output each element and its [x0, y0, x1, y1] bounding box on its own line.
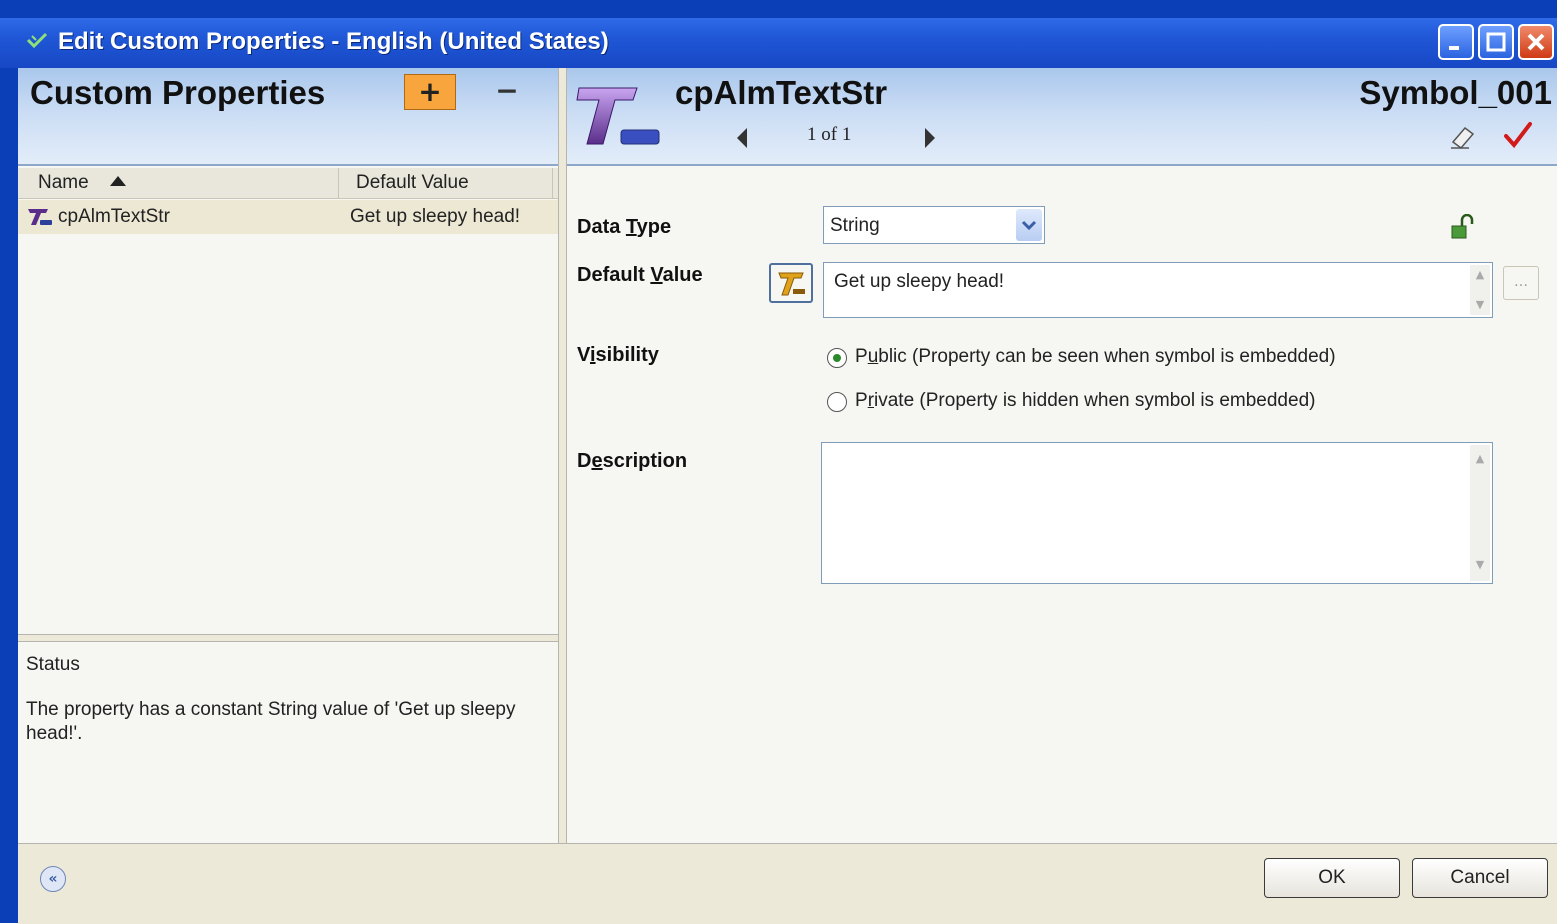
- title-bar[interactable]: Edit Custom Properties - English (United…: [0, 18, 1557, 68]
- chevron-down-icon: [1021, 220, 1037, 231]
- private-radio-button[interactable]: [827, 392, 847, 412]
- dialog-footer: « OK Cancel: [18, 843, 1557, 924]
- default-value-scrollbar[interactable]: ▲ ▼: [1470, 265, 1490, 315]
- public-radio-button[interactable]: [827, 348, 847, 368]
- panel-title: Custom Properties: [30, 74, 326, 111]
- property-name-heading: cpAlmTextStr: [675, 74, 888, 111]
- status-splitter[interactable]: [18, 634, 558, 642]
- scroll-down-icon[interactable]: ▼: [1470, 555, 1490, 575]
- column-divider[interactable]: [552, 168, 553, 198]
- browse-button[interactable]: …: [1503, 266, 1539, 300]
- visibility-label: Visibility: [577, 344, 659, 366]
- window-title: Edit Custom Properties - English (United…: [58, 28, 609, 55]
- description-scrollbar[interactable]: ▲ ▼: [1470, 445, 1490, 581]
- string-type-icon: [576, 87, 660, 145]
- minimize-button[interactable]: [1438, 24, 1474, 60]
- dropdown-button[interactable]: [1016, 209, 1042, 241]
- property-editor-panel: cpAlmTextStr 1 of 1 Symbol_001 Data Type…: [566, 68, 1557, 843]
- default-value-input[interactable]: Get up sleepy head! ▲ ▼: [823, 262, 1493, 318]
- eraser-icon[interactable]: [1449, 124, 1477, 150]
- description-textarea[interactable]: ▲ ▼: [821, 442, 1493, 584]
- previous-arrow-icon[interactable]: [737, 128, 747, 148]
- close-icon: [1527, 33, 1545, 51]
- property-name-cell: cpAlmTextStr: [58, 206, 170, 227]
- navigation-counter: 1 of 1: [807, 124, 852, 145]
- symbol-name-heading: Symbol_001: [1359, 74, 1552, 111]
- add-property-button[interactable]: +: [404, 74, 456, 110]
- property-default-value-cell: Get up sleepy head!: [350, 206, 521, 227]
- scroll-up-icon[interactable]: ▲: [1470, 449, 1490, 469]
- table-row[interactable]: cpAlmTextStr Get up sleepy head!: [18, 200, 558, 234]
- string-type-icon: [778, 272, 805, 296]
- string-type-icon: [28, 209, 52, 225]
- column-header-name[interactable]: Name: [38, 172, 89, 194]
- custom-properties-header: Custom Properties + −: [18, 68, 558, 166]
- double-chevron-left-icon[interactable]: «: [40, 866, 66, 892]
- status-message: The property has a constant String value…: [26, 699, 516, 744]
- data-type-select[interactable]: String: [823, 206, 1045, 244]
- scroll-down-icon[interactable]: ▼: [1470, 295, 1490, 315]
- unlocked-padlock-icon[interactable]: [1449, 214, 1477, 240]
- column-header-default-value[interactable]: Default Value: [356, 172, 469, 194]
- data-type-selected-value: String: [830, 215, 880, 236]
- column-divider[interactable]: [338, 168, 339, 198]
- expression-type-button[interactable]: [769, 263, 813, 303]
- remove-property-button[interactable]: −: [490, 74, 524, 110]
- default-value-label: Default Value: [577, 264, 703, 286]
- default-value-text: Get up sleepy head!: [834, 271, 1005, 292]
- minimize-icon: [1449, 46, 1459, 50]
- red-checkmark-icon[interactable]: [1503, 120, 1533, 150]
- property-grid-header: Name Default Value: [18, 168, 558, 199]
- dialog-window: Edit Custom Properties - English (United…: [0, 0, 1557, 924]
- close-button[interactable]: [1518, 24, 1554, 60]
- maximize-icon: [1486, 32, 1506, 52]
- next-arrow-icon[interactable]: [925, 128, 935, 148]
- public-radio-label[interactable]: Public (Property can be seen when symbol…: [855, 346, 1336, 368]
- scroll-up-icon[interactable]: ▲: [1470, 265, 1490, 285]
- private-radio-label[interactable]: Private (Property is hidden when symbol …: [855, 390, 1315, 412]
- ok-button[interactable]: OK: [1264, 858, 1400, 898]
- cancel-button[interactable]: Cancel: [1412, 858, 1548, 898]
- status-title: Status: [26, 654, 80, 675]
- sort-ascending-icon: [110, 176, 126, 186]
- custom-properties-panel: Custom Properties + − Name Default Value…: [18, 68, 559, 843]
- dialog-client-area: Custom Properties + − Name Default Value…: [18, 68, 1557, 924]
- maximize-button[interactable]: [1478, 24, 1514, 60]
- check-arrows-icon: [26, 32, 48, 49]
- status-area: Status The property has a constant Strin…: [18, 642, 558, 842]
- data-type-label: Data Type: [577, 216, 672, 238]
- property-editor-header: cpAlmTextStr 1 of 1 Symbol_001: [567, 68, 1557, 166]
- radio-selected-dot: [833, 354, 841, 362]
- description-label: Description: [577, 450, 688, 472]
